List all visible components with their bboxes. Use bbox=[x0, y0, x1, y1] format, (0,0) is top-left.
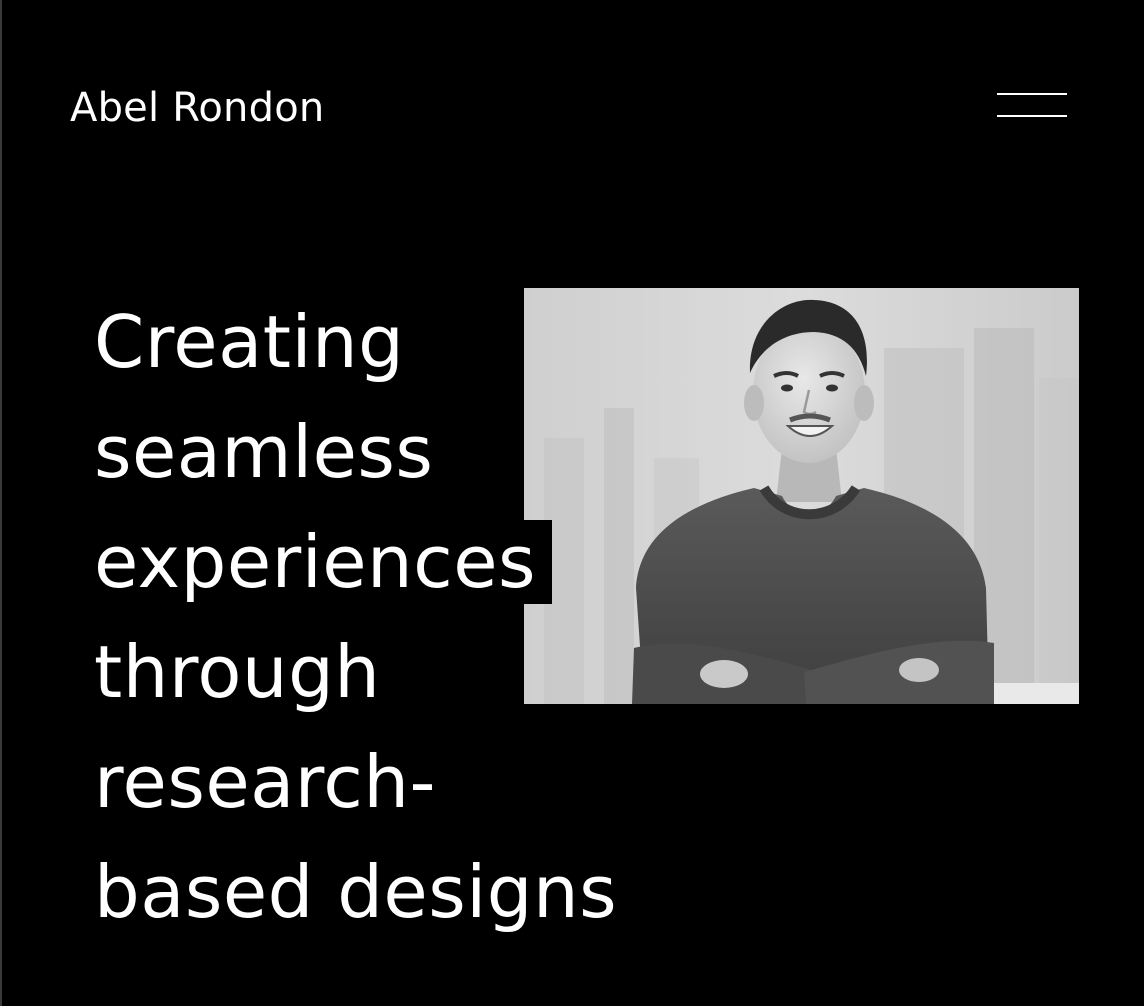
headline-line: research- bbox=[90, 727, 633, 837]
headline-line: experiences bbox=[90, 507, 633, 617]
site-name-logo[interactable]: Abel Rondon bbox=[70, 84, 324, 132]
menu-button[interactable] bbox=[992, 86, 1072, 126]
headline-line: Creating bbox=[90, 287, 633, 397]
hamburger-menu-icon-line bbox=[997, 115, 1067, 117]
headline-line: seamless bbox=[90, 397, 633, 507]
headline-line: through bbox=[90, 617, 633, 727]
headline-line: based designs bbox=[90, 837, 634, 947]
page-edge bbox=[0, 0, 2, 1006]
hamburger-menu-icon bbox=[997, 93, 1067, 95]
hero-headline: Creating seamless experiences through re… bbox=[90, 287, 634, 947]
